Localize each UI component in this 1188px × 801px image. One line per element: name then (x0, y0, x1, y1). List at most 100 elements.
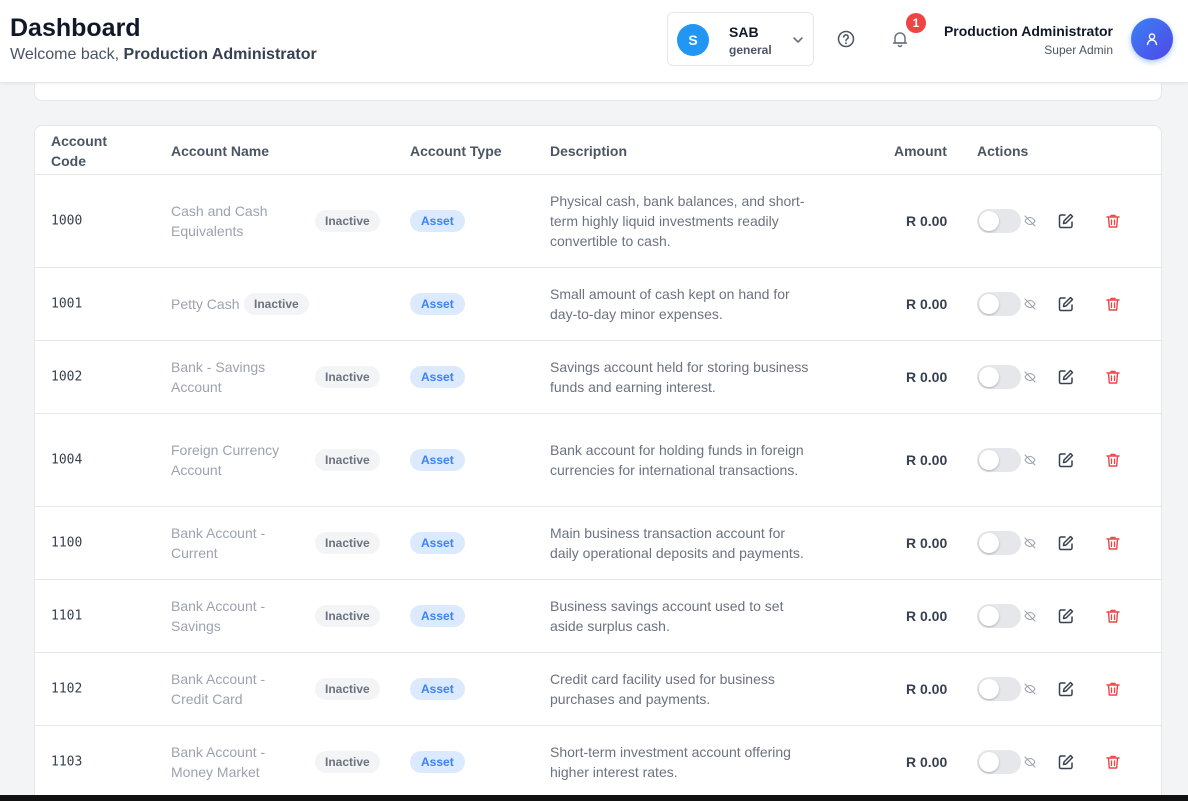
active-toggle[interactable] (977, 448, 1021, 472)
header-account-code-line2: Code (51, 153, 86, 169)
welcome-prefix: Welcome back, (10, 46, 120, 63)
edit-icon[interactable] (1057, 295, 1075, 313)
account-code: 1001 (51, 296, 83, 312)
account-type-badge: Asset (410, 210, 465, 232)
active-toggle[interactable] (977, 292, 1021, 316)
account-code: 1103 (51, 754, 83, 770)
account-code: 1004 (51, 452, 83, 468)
eye-off-icon (1024, 537, 1036, 549)
account-type-badge: Asset (410, 449, 465, 471)
edit-icon[interactable] (1057, 753, 1075, 771)
table-row: 1001 Petty Cash Inactive Asset Small amount … (35, 268, 1161, 341)
table-row: 1002 Bank - Savings Account Inactive Asset S… (35, 341, 1161, 414)
eye-off-icon (1024, 454, 1036, 466)
table-row: 1102 Bank Account - Credit Card Inactive As… (35, 653, 1161, 726)
accounts-table: Account Code Account Name Account Type D… (34, 125, 1162, 801)
toggle-knob (979, 679, 999, 699)
active-toggle[interactable] (977, 750, 1021, 774)
account-name: Foreign Currency Account (171, 442, 280, 478)
eye-off-icon (1024, 298, 1036, 310)
account-amount: R 0.00 (906, 369, 948, 385)
eye-off-icon (1024, 215, 1036, 227)
table-row: 1004 Foreign Currency Account Inactive Asse… (35, 414, 1161, 507)
toggle-knob (979, 606, 999, 626)
account-description: Bank account for holding funds in foreig… (550, 442, 804, 478)
active-toggle[interactable] (977, 677, 1021, 701)
status-badge: Inactive (244, 293, 309, 315)
status-badge: Inactive (315, 605, 380, 627)
status-badge: Inactive (315, 366, 380, 388)
toggle-knob (979, 450, 999, 470)
account-type-badge: Asset (410, 605, 465, 627)
trash-icon[interactable] (1105, 213, 1121, 229)
account-code: 1100 (51, 535, 83, 551)
account-description: Business savings account used to set asi… (550, 598, 784, 634)
table-row: 1103 Bank Account - Money Market Inactive A… (35, 726, 1161, 799)
account-name: Bank - Savings Account (171, 359, 266, 395)
status-badge: Inactive (315, 751, 380, 773)
table-row: 1000 Cash and Cash Equivalents Inactive Ass… (35, 175, 1161, 268)
edit-icon[interactable] (1057, 607, 1075, 625)
company-switcher[interactable]: S SAB general (667, 12, 814, 66)
account-type-badge: Asset (410, 678, 465, 700)
trash-icon[interactable] (1105, 754, 1121, 770)
welcome-message: Welcome back, Production Administrator (10, 46, 317, 64)
trash-icon[interactable] (1105, 296, 1121, 312)
toggle-knob (979, 752, 999, 772)
account-description: Main business transaction account for da… (550, 525, 804, 561)
account-description: Savings account held for storing busines… (550, 359, 809, 395)
bell-icon[interactable] (890, 29, 910, 49)
account-type-badge: Asset (410, 751, 465, 773)
toggle-knob (979, 211, 999, 231)
header-amount[interactable]: Amount (894, 141, 947, 161)
toggle-knob (979, 294, 999, 314)
table-row: 1101 Bank Account - Savings Inactive Asset B… (35, 580, 1161, 653)
account-name: Bank Account - Credit Card (171, 671, 266, 707)
account-description: Small amount of cash kept on hand for da… (550, 286, 790, 322)
edit-icon[interactable] (1057, 368, 1075, 386)
company-avatar: S (677, 24, 709, 56)
trash-icon[interactable] (1105, 535, 1121, 551)
help-circle-icon[interactable] (836, 29, 856, 49)
edit-icon[interactable] (1057, 680, 1075, 698)
header-account-code[interactable]: Account Code (51, 131, 131, 171)
account-type-badge: Asset (410, 532, 465, 554)
account-description: Short-term investment account offering h… (550, 744, 791, 780)
header-account-name[interactable]: Account Name (171, 141, 269, 161)
account-name: Bank Account - Current (171, 525, 266, 561)
account-type-badge: Asset (410, 293, 465, 315)
eye-off-icon (1024, 683, 1036, 695)
edit-icon[interactable] (1057, 534, 1075, 552)
trash-icon[interactable] (1105, 608, 1121, 624)
account-description: Physical cash, bank balances, and short-… (550, 193, 805, 249)
account-amount: R 0.00 (906, 754, 948, 770)
account-amount: R 0.00 (906, 681, 948, 697)
welcome-user: Production Administrator (123, 46, 317, 63)
header-account-type[interactable]: Account Type (410, 141, 502, 161)
page-title: Dashboard (10, 14, 141, 42)
account-code: 1102 (51, 681, 83, 697)
eye-off-icon (1024, 610, 1036, 622)
account-type-badge: Asset (410, 366, 465, 388)
account-name: Petty Cash (171, 296, 240, 312)
account-code: 1002 (51, 369, 83, 385)
user-avatar[interactable] (1131, 18, 1173, 60)
active-toggle[interactable] (977, 209, 1021, 233)
bottom-edge (0, 795, 1188, 801)
header-actions: Actions (977, 143, 1029, 159)
header-description[interactable]: Description (550, 141, 627, 161)
active-toggle[interactable] (977, 604, 1021, 628)
user-icon (1146, 33, 1158, 46)
edit-icon[interactable] (1057, 212, 1075, 230)
account-amount: R 0.00 (906, 452, 948, 468)
account-name: Bank Account - Savings (171, 598, 266, 634)
trash-icon[interactable] (1105, 681, 1121, 697)
trash-icon[interactable] (1105, 369, 1121, 385)
account-amount: R 0.00 (906, 608, 948, 624)
account-code: 1101 (51, 608, 83, 624)
edit-icon[interactable] (1057, 451, 1075, 469)
active-toggle[interactable] (977, 531, 1021, 555)
account-amount: R 0.00 (906, 535, 948, 551)
active-toggle[interactable] (977, 365, 1021, 389)
trash-icon[interactable] (1105, 452, 1121, 468)
